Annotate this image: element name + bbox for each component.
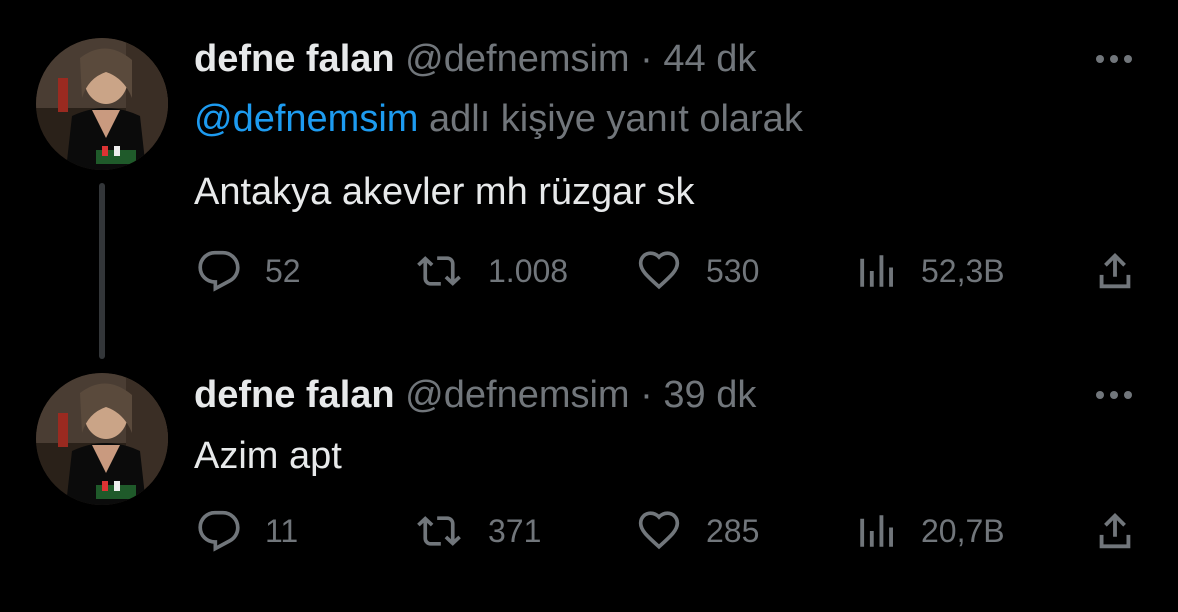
like-button[interactable]: 530: [636, 246, 759, 296]
retweet-count: 371: [488, 512, 542, 549]
views-icon: [860, 515, 893, 547]
tweet-text: Azim apt: [194, 435, 342, 477]
tweet[interactable]: defne falan @defnemsim · 39 dk Azim apt …: [0, 360, 1178, 612]
author-name[interactable]: defne falan: [194, 38, 395, 80]
share-icon: [1099, 252, 1131, 289]
mention-link[interactable]: @defnemsim: [194, 98, 418, 140]
replying-to: @defnemsim adlı kişiye yanıt olarak: [194, 97, 803, 141]
views-button[interactable]: 20,7B: [855, 506, 1005, 556]
more-options-icon[interactable]: [1090, 380, 1138, 410]
views-icon: [860, 255, 893, 287]
author-handle[interactable]: @defnemsim: [405, 374, 629, 416]
views-button[interactable]: 52,3B: [855, 246, 1005, 296]
timestamp[interactable]: 39 dk: [663, 374, 756, 416]
author-name[interactable]: defne falan: [194, 374, 395, 416]
reply-button[interactable]: 52: [197, 246, 301, 296]
more-options-icon[interactable]: [1090, 44, 1138, 74]
heart-icon: [638, 251, 680, 290]
views-count: 20,7B: [921, 512, 1005, 549]
retweet-button[interactable]: 1.008: [414, 246, 568, 296]
avatar[interactable]: [36, 38, 168, 170]
share-icon: [1099, 512, 1131, 549]
retweet-button[interactable]: 371: [414, 506, 541, 556]
timestamp[interactable]: 44 dk: [663, 38, 756, 80]
reply-count: 11: [265, 512, 299, 549]
reply-button[interactable]: 11: [197, 506, 298, 556]
retweet-icon: [417, 256, 461, 286]
like-count: 530: [706, 252, 760, 289]
reply-icon: [198, 510, 240, 552]
separator: ·: [640, 38, 653, 80]
action-bar: 11 371 285 20,7B: [0, 506, 1178, 556]
share-button[interactable]: [1092, 506, 1138, 556]
tweet-header: defne falan @defnemsim · 44 dk: [194, 37, 756, 81]
views-count: 52,3B: [921, 252, 1005, 289]
avatar[interactable]: [36, 373, 168, 505]
like-button[interactable]: 285: [636, 506, 759, 556]
separator: ·: [640, 374, 653, 416]
action-bar: 52 1.008 530 52,3B: [0, 246, 1178, 296]
author-handle[interactable]: @defnemsim: [405, 38, 629, 80]
replying-to-suffix: adlı kişiye yanıt olarak: [418, 98, 803, 140]
heart-icon: [638, 511, 680, 550]
retweet-icon: [417, 516, 461, 546]
share-button[interactable]: [1092, 246, 1138, 296]
tweet[interactable]: defne falan @defnemsim · 44 dk @defnemsi…: [0, 0, 1178, 360]
tweet-header: defne falan @defnemsim · 39 dk: [194, 373, 756, 417]
tweet-text: Antakya akevler mh rüzgar sk: [194, 171, 695, 213]
reply-icon: [198, 250, 240, 292]
reply-count: 52: [265, 252, 301, 289]
retweet-count: 1.008: [488, 252, 569, 289]
like-count: 285: [706, 512, 760, 549]
